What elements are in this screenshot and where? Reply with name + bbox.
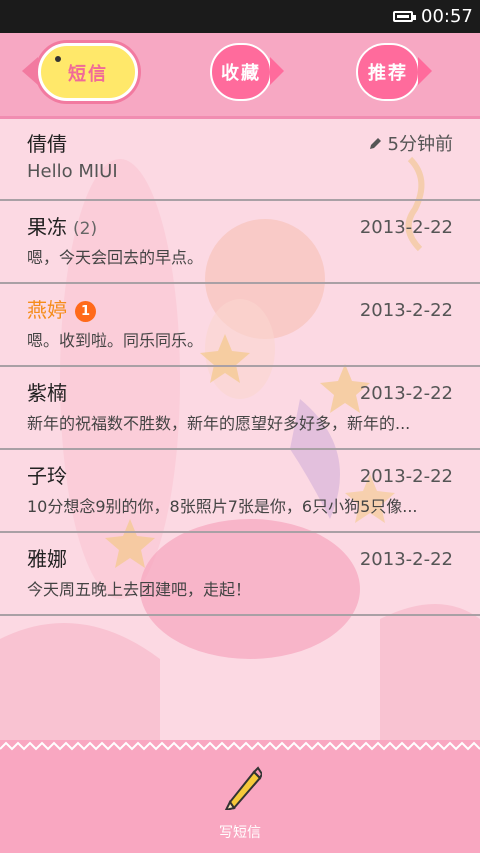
status-bar: 00:57 <box>0 0 480 33</box>
tab-bar: 短信 收藏 推荐 <box>0 33 480 119</box>
conversation-row[interactable]: 子玲 2013-2-22 10分想念9别的你，8张照片7张是你，6只小狗5只像.… <box>0 451 480 533</box>
contact-name: 燕婷 1 <box>27 297 96 323</box>
compose-label: 写短信 <box>219 825 261 841</box>
tab-favorites[interactable]: 收藏 <box>196 43 284 101</box>
battery-icon <box>393 11 416 22</box>
conversation-row[interactable]: 雅娜 2013-2-22 今天周五晚上去团建吧，走起！ <box>0 534 480 616</box>
status-time: 00:57 <box>421 6 473 27</box>
pencil-icon <box>369 138 381 149</box>
conversation-row[interactable]: 果冻 (2) 2013-2-22 嗯，今天会回去的早点。 <box>0 202 480 284</box>
contact-name-text: 果冻 <box>27 215 67 239</box>
compose-button[interactable]: 写短信 <box>200 764 280 849</box>
fish-tab-background: 推荐 <box>356 43 420 101</box>
zigzag-divider <box>0 740 480 754</box>
message-preview: 今天周五晚上去团建吧，走起！ <box>27 580 252 599</box>
tab-label: 推荐 <box>368 63 408 84</box>
conversation-date: 2013-2-22 <box>359 466 453 487</box>
message-preview: 嗯。收到啦。同乐同乐。 <box>27 331 204 350</box>
contact-name: 子玲 <box>27 464 67 488</box>
fish-tail-icon <box>22 57 38 85</box>
contact-name: 倩倩 <box>27 132 67 156</box>
conversation-date: 2013-2-22 <box>359 383 453 404</box>
contact-name: 紫楠 <box>27 381 67 405</box>
date-text: 5分钟前 <box>387 134 453 155</box>
conversation-row[interactable]: 倩倩 5分钟前 Hello MIUI <box>0 119 480 201</box>
unread-badge: 1 <box>75 301 96 322</box>
row-divider <box>0 448 480 450</box>
message-preview: 10分想念9别的你，8张照片7张是你，6只小狗5只像... <box>27 497 418 516</box>
conversation-row[interactable]: 紫楠 2013-2-22 新年的祝福数不胜数，新年的愿望好多好多，新年的... <box>0 368 480 450</box>
message-count: (2) <box>73 219 98 239</box>
fish-tab-background: 短信 <box>38 43 138 101</box>
row-divider <box>0 282 480 284</box>
conversation-date: 2013-2-22 <box>359 300 453 321</box>
fish-tail-icon <box>270 57 284 85</box>
pencil-icon <box>224 766 262 810</box>
conversation-row[interactable]: 燕婷 1 2013-2-22 嗯。收到啦。同乐同乐。 <box>0 285 480 367</box>
fish-tail-icon <box>418 57 432 85</box>
contact-name: 雅娜 <box>27 547 67 571</box>
fish-tab-background: 收藏 <box>210 43 272 101</box>
tab-label: 收藏 <box>221 63 261 84</box>
row-divider <box>0 614 480 616</box>
bottom-bar: 写短信 <box>0 754 480 853</box>
tab-recommend[interactable]: 推荐 <box>356 43 432 101</box>
conversation-date: 2013-2-22 <box>359 549 453 570</box>
row-divider <box>0 365 480 367</box>
row-divider <box>0 199 480 201</box>
message-preview: 新年的祝福数不胜数，新年的愿望好多好多，新年的... <box>27 414 411 433</box>
row-divider <box>0 531 480 533</box>
contact-name: 果冻 (2) <box>27 214 97 242</box>
tab-messages[interactable]: 短信 <box>22 43 138 101</box>
tab-label: 短信 <box>68 64 108 85</box>
message-preview: Hello MIUI <box>27 161 118 182</box>
conversation-date: 5分钟前 <box>368 133 453 157</box>
conversation-date: 2013-2-22 <box>359 217 453 238</box>
contact-name-text: 燕婷 <box>27 298 67 322</box>
message-preview: 嗯，今天会回去的早点。 <box>27 248 204 267</box>
